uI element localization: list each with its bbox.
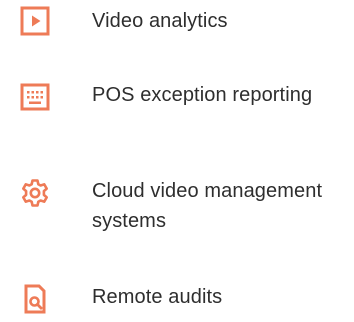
feature-label: Remote audits <box>92 286 223 308</box>
document-search-icon <box>20 284 50 314</box>
feature-label: Video analytics <box>92 10 228 32</box>
keyboard-icon <box>20 82 50 112</box>
play-icon <box>20 6 50 36</box>
gear-icon <box>20 178 50 208</box>
feature-list: Video analytics POS exception reporting <box>0 0 354 322</box>
feature-label: POS exception reporting <box>92 84 313 106</box>
feature-label: Cloud video management systems <box>92 180 323 232</box>
